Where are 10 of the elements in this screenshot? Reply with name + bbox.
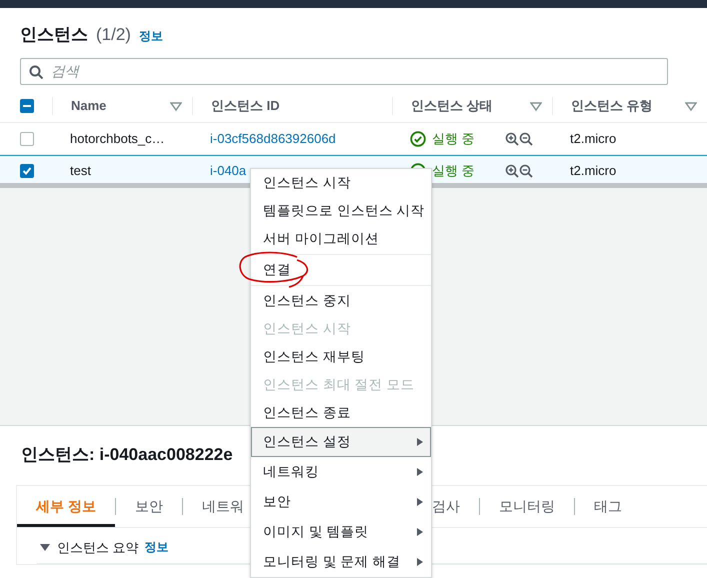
instance-name: hotorchbots_c…	[69, 130, 166, 148]
instance-count: (1/2)	[96, 24, 131, 46]
status-text: 실행 중	[432, 130, 475, 148]
instance-type: t2.micro	[569, 162, 618, 180]
section-title: 인스턴스 요약	[57, 538, 139, 556]
panel-title: 인스턴스	[20, 24, 88, 46]
instance-type: t2.micro	[569, 130, 618, 148]
instance-name: test	[69, 162, 92, 180]
status-text: 실행 중	[432, 162, 475, 180]
details-title: 인스턴스: i-040aac008222e	[21, 444, 233, 466]
